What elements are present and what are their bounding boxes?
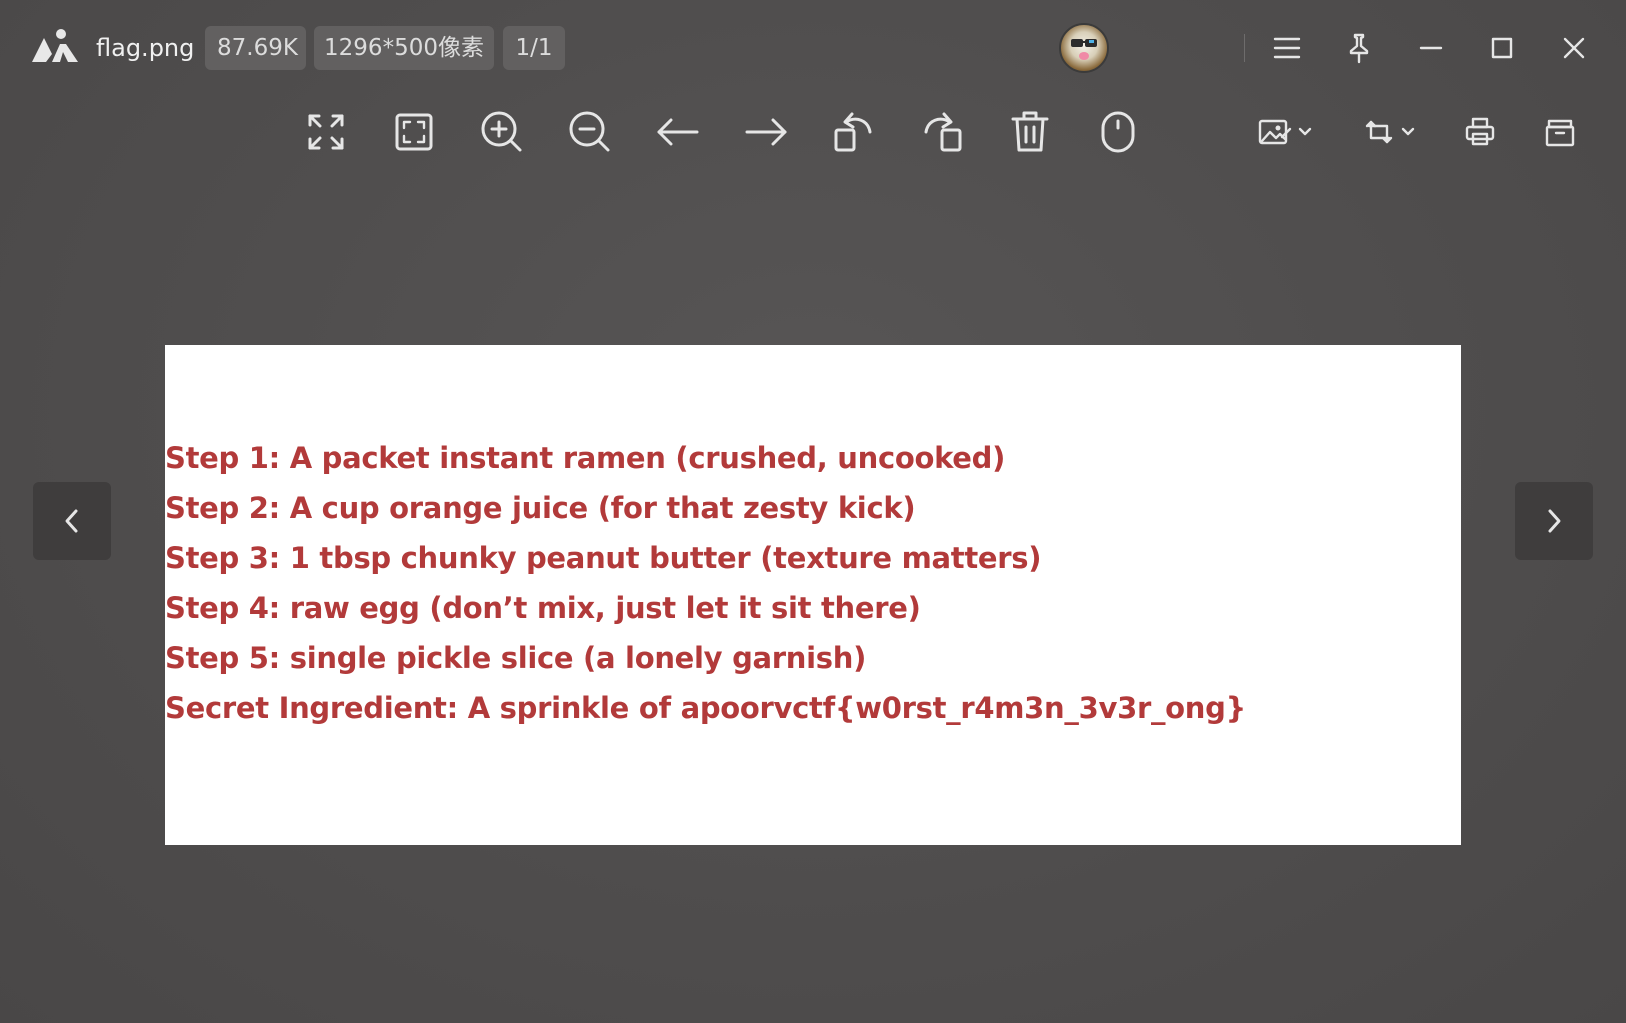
recipe-step-2: Step 2: A cup orange juice (for that zes… — [165, 491, 916, 525]
next-arrow-icon — [744, 117, 788, 147]
maximize-button[interactable] — [1478, 24, 1526, 72]
rotate-left-button[interactable] — [828, 106, 880, 158]
close-icon — [1561, 35, 1587, 61]
maximize-icon — [1489, 35, 1515, 61]
recipe-step-5: Step 5: single pickle slice (a lonely ga… — [165, 641, 867, 675]
recipe-step-3: Step 3: 1 tbsp chunky peanut butter (tex… — [165, 541, 1042, 575]
previous-image-button[interactable] — [652, 106, 704, 158]
pin-icon — [1344, 32, 1374, 64]
pin-button[interactable] — [1335, 24, 1383, 72]
delete-button[interactable] — [1004, 106, 1056, 158]
print-button[interactable] — [1454, 106, 1506, 158]
zoom-out-button[interactable] — [564, 106, 616, 158]
file-name: flag.png — [96, 34, 195, 62]
app-logo-icon — [30, 26, 80, 66]
chevron-down-icon — [1401, 127, 1415, 137]
chevron-right-icon — [1544, 507, 1564, 535]
secret-ingredient: Secret Ingredient: A sprinkle of apoorvc… — [165, 691, 1246, 725]
image-dimensions-badge: 1296*500像素 — [314, 26, 494, 70]
zoom-out-icon — [568, 110, 612, 154]
zoom-in-button[interactable] — [476, 106, 528, 158]
minimize-button[interactable] — [1407, 24, 1455, 72]
recipe-text: Step 1: A packet instant ramen (crushed,… — [165, 433, 1246, 733]
chevron-down-icon — [1298, 127, 1312, 137]
minimize-icon — [1418, 35, 1444, 61]
next-image-button[interactable] — [740, 106, 792, 158]
next-image-side-button[interactable] — [1515, 482, 1593, 560]
menu-button[interactable] — [1263, 24, 1311, 72]
menu-icon — [1272, 35, 1302, 61]
previous-arrow-icon — [656, 117, 700, 147]
edit-image-dropdown[interactable] — [1252, 106, 1318, 158]
previous-image-side-button[interactable] — [33, 482, 111, 560]
rotate-right-icon — [920, 110, 964, 154]
delete-icon — [1010, 110, 1050, 154]
open-folder-button[interactable] — [1534, 106, 1586, 158]
title-bar: flag.png 87.69K 1296*500像素 1/1 — [0, 0, 1626, 96]
file-size-badge: 87.69K — [205, 26, 306, 70]
crop-rotate-dropdown[interactable] — [1356, 106, 1422, 158]
page-indicator-badge: 1/1 — [503, 26, 565, 70]
fullscreen-icon — [306, 112, 346, 152]
user-avatar[interactable] — [1059, 23, 1109, 73]
recipe-step-1: Step 1: A packet instant ramen (crushed,… — [165, 441, 1006, 475]
rotate-left-icon — [832, 110, 876, 154]
edit-image-icon — [1258, 117, 1292, 147]
print-icon — [1464, 116, 1496, 148]
open-folder-icon — [1544, 116, 1576, 148]
zoom-in-icon — [480, 110, 524, 154]
image-viewer-canvas[interactable]: Step 1: A packet instant ramen (crushed,… — [165, 345, 1461, 845]
fit-window-icon — [394, 112, 434, 152]
mouse-mode-button[interactable] — [1092, 106, 1144, 158]
close-button[interactable] — [1550, 24, 1598, 72]
fit-window-button[interactable] — [388, 106, 440, 158]
titlebar-separator — [1244, 34, 1245, 62]
chevron-left-icon — [62, 507, 82, 535]
recipe-step-4: Step 4: raw egg (don’t mix, just let it … — [165, 591, 921, 625]
fullscreen-button[interactable] — [300, 106, 352, 158]
mouse-icon — [1100, 110, 1136, 154]
crop-rotate-icon — [1363, 116, 1395, 148]
rotate-right-button[interactable] — [916, 106, 968, 158]
